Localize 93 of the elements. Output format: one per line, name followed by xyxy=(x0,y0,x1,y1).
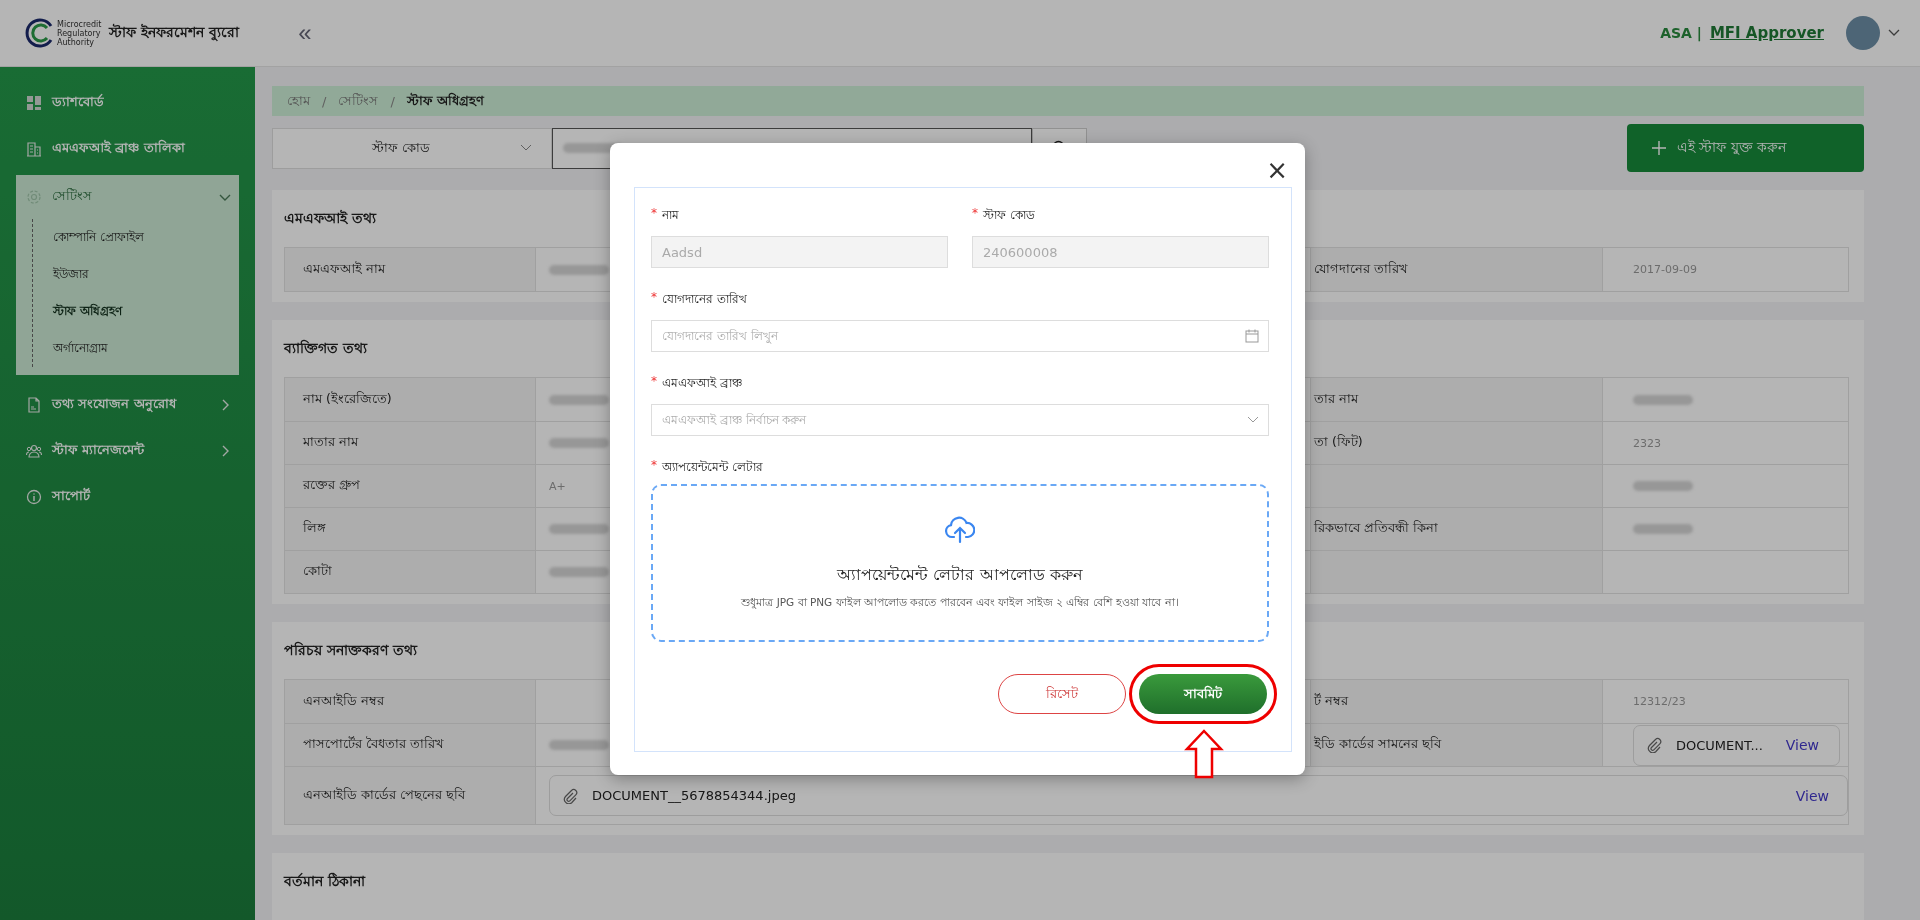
sidebar-item[interactable]: সেটিংস xyxy=(16,175,239,219)
blurred-text xyxy=(1633,481,1693,491)
sidebar-item[interactable]: এমএফআই ব্রাঞ্চ তালিকা xyxy=(16,127,239,171)
table-cell: এনআইডি কার্ডের পেছনের ছবি xyxy=(285,767,536,824)
caret-icon xyxy=(1888,29,1900,37)
upload-hint: শুধুমাত্র JPG বা PNG ফাইল আপলোড করতে পারবেন এবং ফাইল সাইজ ২ এম্বির বেশি হওয়া যাবে না। xyxy=(741,595,1179,611)
field-label: অ্যাপয়েন্টমেন্ট লেটার xyxy=(662,459,763,476)
building-icon xyxy=(26,141,42,157)
cell-value: 12312/23 xyxy=(1633,695,1686,708)
view-link[interactable]: View xyxy=(1795,787,1829,804)
section-title: পরিচয় সনাক্তকরণ তথ্য xyxy=(284,640,417,660)
section-title: বর্তমান ঠিকানা xyxy=(284,871,365,891)
table-cell: রক্তের গ্রুপ xyxy=(285,465,536,507)
settings-icon xyxy=(26,189,42,205)
table-cell: নাম (ইংরেজিতে) xyxy=(285,378,536,421)
blurred-text xyxy=(549,264,609,275)
avatar[interactable] xyxy=(1846,16,1880,50)
blurred-text xyxy=(549,394,609,405)
blurred-text xyxy=(549,438,609,448)
date-field[interactable]: যোগদানের তারিখ লিখুন xyxy=(651,320,1269,352)
table-cell: ইডি কার্ডের সামনের ছবি xyxy=(1310,724,1603,766)
field-label: এমএফআই ব্রাঞ্চ xyxy=(662,375,742,392)
blurred-text xyxy=(1633,524,1693,534)
breadcrumb-link[interactable]: সেটিংস xyxy=(338,90,379,112)
required-mark: * xyxy=(972,206,978,222)
logo-text: Regulatory xyxy=(57,28,102,38)
paperclip-icon xyxy=(1646,737,1662,753)
blurred-text xyxy=(1633,394,1693,405)
table-cell: যোগদানের তারিখ xyxy=(1310,248,1603,291)
calendar-icon xyxy=(1245,329,1259,343)
chevron-down-icon xyxy=(520,144,533,152)
cloud-upload-icon xyxy=(945,514,975,544)
required-mark: * xyxy=(651,374,657,390)
upload-dropzone[interactable]: অ্যাপয়েন্টমেন্ট লেটার আপলোড করুন শুধুমাত্র JPG বা PNG ফাইল আপলোড করতে পারবেন এবং ফাইল সাইজ ২ এম্বির বেশি হওয়া যাবে না। xyxy=(651,484,1269,642)
view-link[interactable]: View xyxy=(1785,737,1819,753)
required-mark: * xyxy=(651,290,657,306)
sidebar-item[interactable]: তথ্য সংযোজন অনুরোধ xyxy=(16,383,239,427)
breadcrumb-separator: / xyxy=(390,93,395,109)
field-label: যোগদানের তারিখ xyxy=(662,291,747,308)
field-label: স্টাফ কোড xyxy=(983,207,1035,224)
cell-value: 2017-09-09 xyxy=(1633,263,1697,276)
paperclip-icon xyxy=(562,787,578,804)
breadcrumb-link[interactable]: স্টাফ অধিগ্রহণ xyxy=(406,90,485,112)
plus-icon xyxy=(1651,140,1667,156)
organization-label: ASA | xyxy=(1660,25,1702,41)
blurred-text xyxy=(549,524,609,534)
blurred-text xyxy=(549,740,609,750)
blurred-text xyxy=(549,567,609,577)
breadcrumb-separator: / xyxy=(322,93,327,109)
file-name: DOCUMENT... xyxy=(1676,737,1763,753)
add-staff-button[interactable]: এই স্টাফ যুক্ত করুন xyxy=(1627,124,1864,172)
table-cell: তা (ফিট) xyxy=(1310,422,1603,464)
document-icon xyxy=(26,397,42,413)
submenu-item[interactable]: ইউজার xyxy=(53,256,239,293)
cell-value: A+ xyxy=(549,479,566,493)
logo-ring-icon xyxy=(25,18,55,48)
sidebar-item[interactable]: ড্যাশবোর্ড xyxy=(16,81,239,125)
required-mark: * xyxy=(651,206,657,222)
select-field[interactable]: এমএফআই ব্রাঞ্চ নির্বাচন করুন xyxy=(651,404,1269,436)
sidebar-item[interactable]: সাপোর্ট xyxy=(16,475,239,519)
table-cell: লিঙ্গ xyxy=(285,508,536,550)
cell-value: 2323 xyxy=(1633,436,1661,450)
sidebar-item[interactable]: স্টাফ ম্যানেজমেন্ট xyxy=(16,429,239,473)
dashboard-icon xyxy=(26,95,42,111)
logo-text: Microcredit xyxy=(57,19,102,29)
role-link[interactable]: MFI Approver xyxy=(1709,24,1824,42)
app-title: স্টাফ ইনফরমেশন ব্যুরো xyxy=(109,22,240,43)
submenu-item[interactable]: অর্গানোগ্রাম xyxy=(53,330,239,367)
table-cell: তার নাম xyxy=(1310,378,1603,421)
section-title: ব্যাক্তিগত তথ্য xyxy=(284,338,367,358)
chevron-down-icon xyxy=(1247,416,1259,424)
table-cell: রিকভাবে প্রতিবন্ধী কিনা xyxy=(1310,508,1603,550)
people-icon xyxy=(26,443,42,459)
table-cell: র্ট নম্বর xyxy=(1310,680,1603,723)
table-cell: এমএফআই নাম xyxy=(285,248,536,291)
search-type-select[interactable]: স্টাফ কোড xyxy=(272,127,552,169)
table-cell: এনআইডি নম্বর xyxy=(285,680,536,723)
close-button[interactable]: × xyxy=(1263,159,1291,181)
logo-text: Authority xyxy=(57,37,95,47)
info-icon xyxy=(26,489,42,505)
reset-button[interactable]: রিসেট xyxy=(998,674,1126,714)
field-label: নাম xyxy=(662,207,679,224)
submenu-item[interactable]: স্টাফ অধিগ্রহণ xyxy=(53,293,239,330)
collapse-button[interactable]: « xyxy=(294,19,316,47)
breadcrumb-link[interactable]: হোম xyxy=(287,90,310,112)
table-cell: কোটা xyxy=(285,551,536,593)
required-mark: * xyxy=(651,458,657,474)
upload-title: অ্যাপয়েন্টমেন্ট লেটার আপলোড করুন xyxy=(837,564,1083,586)
table-cell: পাসপোর্টের বৈধতার তারিখ xyxy=(285,724,536,766)
table-cell: মাতার নাম xyxy=(285,422,536,464)
section-title: এমএফআই তথ্য xyxy=(284,208,376,228)
submenu-item[interactable]: কোম্পানি প্রোফাইল xyxy=(53,219,239,256)
file-name: DOCUMENT__5678854344.jpeg xyxy=(592,788,796,803)
